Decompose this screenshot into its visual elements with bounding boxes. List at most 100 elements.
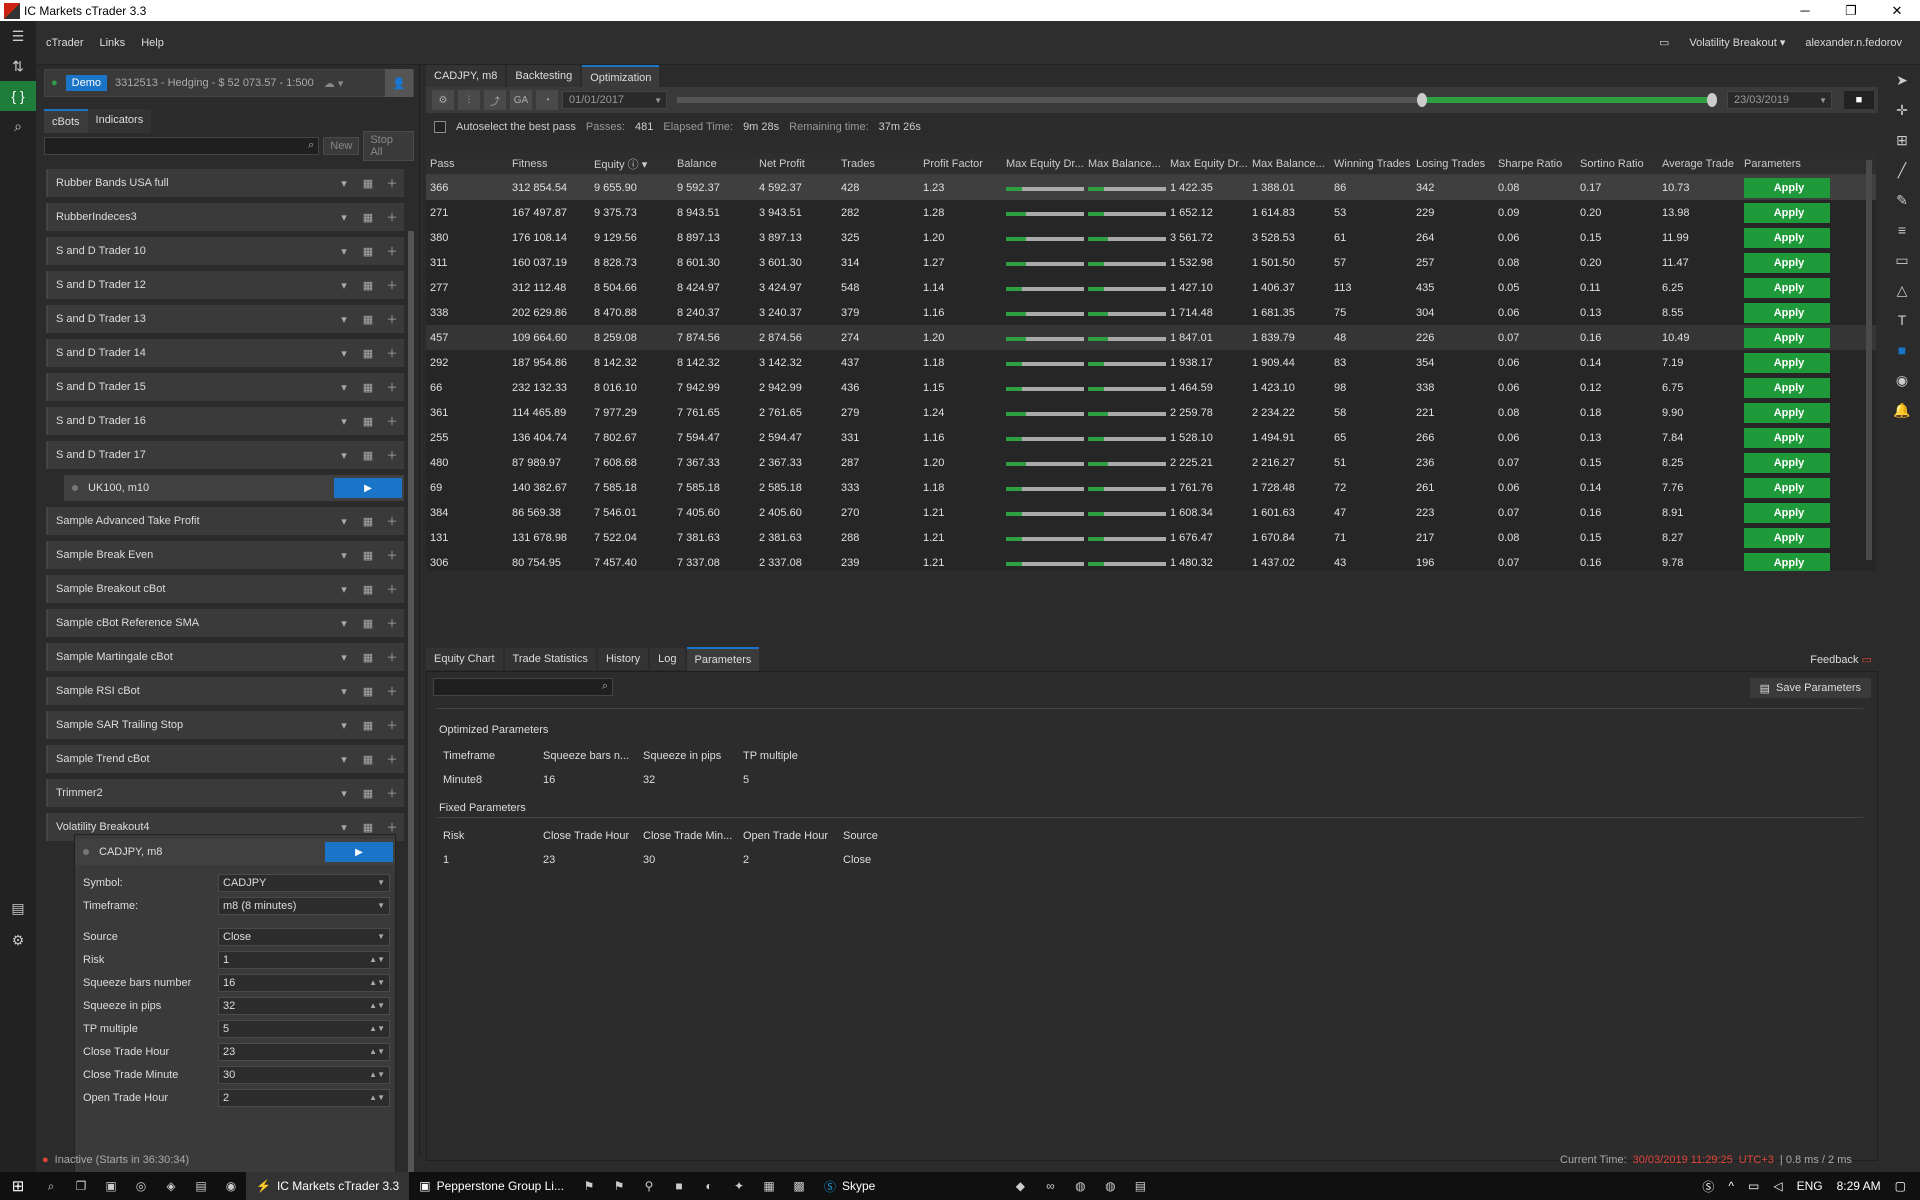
table-row[interactable]: 384 86 569.38 7 546.01 7 405.60 2 405.60 270 1… (426, 500, 1876, 525)
build-icon[interactable]: ▦ (358, 749, 378, 769)
line-icon[interactable]: ╱ (1884, 155, 1920, 185)
new-button[interactable]: New (323, 137, 360, 155)
chevron-down-icon[interactable]: ▾ (334, 613, 354, 633)
rectangle-icon[interactable]: ▭ (1884, 245, 1920, 275)
notepad-icon[interactable]: ▤ (1125, 1179, 1155, 1193)
play-button[interactable]: ▶ (325, 842, 393, 862)
build-icon[interactable]: ▦ (358, 715, 378, 735)
taskbar-app-icon[interactable]: ◐ (694, 1179, 724, 1193)
skype-tray-icon[interactable]: Ⓢ (1702, 1178, 1714, 1195)
column-header[interactable]: Pass (426, 158, 508, 170)
column-header[interactable]: Average Trade (1658, 158, 1740, 170)
list-item[interactable]: Sample Martingale cBot ▾ ▦ ＋ (46, 643, 404, 671)
list-item[interactable]: S and D Trader 10 ▾ ▦ ＋ (46, 237, 404, 265)
tab-parameters[interactable]: Parameters (686, 647, 760, 671)
build-icon[interactable]: ▦ (358, 241, 378, 261)
tab-optimization[interactable]: Optimization (582, 65, 660, 89)
cursor-icon[interactable]: ➤ (1884, 65, 1920, 95)
clock[interactable]: 8:29 AM (1837, 1179, 1881, 1193)
analyze-icon[interactable]: ⌕ (0, 111, 36, 141)
taskbar-app-icon[interactable]: ▦ (754, 1179, 784, 1193)
chevron-down-icon[interactable]: ▾ (334, 411, 354, 431)
volume-icon[interactable]: ◁ (1773, 1179, 1782, 1193)
chevron-down-icon[interactable]: ▾ (334, 343, 354, 363)
end-date-picker[interactable]: 23/03/2019 ▼ (1727, 91, 1832, 109)
menu-help[interactable]: Help (141, 37, 164, 49)
column-header[interactable]: Fitness (508, 158, 590, 170)
taskbar-app-skype[interactable]: Ⓢ Skype (814, 1172, 885, 1200)
bot-selector[interactable]: Volatility Breakout ▾ (1689, 36, 1785, 49)
start-date-picker[interactable]: 01/01/2017 ▼ (562, 91, 667, 109)
stop-button[interactable]: ■ (1844, 91, 1874, 109)
briefcase-icon[interactable]: ▤ (0, 893, 36, 923)
menu-ctrader[interactable]: cTrader (46, 37, 84, 49)
chevron-down-icon[interactable]: ▾ (334, 445, 354, 465)
tab-log[interactable]: Log (650, 648, 685, 670)
build-icon[interactable]: ▦ (358, 207, 378, 227)
automate-icon[interactable]: { } (0, 81, 36, 111)
visual-studio-icon[interactable]: ∞ (1035, 1179, 1065, 1193)
taskbar-app-icon[interactable]: ■ (664, 1179, 694, 1193)
table-row[interactable]: 66 232 132.33 8 016.10 7 942.99 2 942.99 436 1… (426, 375, 1876, 400)
build-icon[interactable]: ▦ (358, 377, 378, 397)
add-instance-icon[interactable]: ＋ (382, 377, 402, 397)
close-icon[interactable]: ✕ (1874, 3, 1920, 19)
apply-button[interactable]: Apply (1744, 227, 1830, 248)
stepper-icon[interactable]: ▲▼ (369, 1001, 385, 1010)
play-button[interactable]: ▶ (334, 478, 402, 498)
trade-icon[interactable]: ⇅ (0, 51, 36, 81)
build-icon[interactable]: ▦ (358, 511, 378, 531)
add-instance-icon[interactable]: ＋ (382, 613, 402, 633)
build-icon[interactable]: ▦ (358, 613, 378, 633)
build-icon[interactable]: ▦ (358, 275, 378, 295)
date-range-slider[interactable] (677, 93, 1717, 107)
table-row[interactable]: 292 187 954.86 8 142.32 8 142.32 3 142.32 437… (426, 350, 1876, 375)
column-header[interactable]: Max Equity Dr... (1166, 158, 1248, 170)
table-row[interactable]: 480 87 989.97 7 608.68 7 367.33 2 367.33 287 1… (426, 450, 1876, 475)
squeeze-pips-stepper[interactable]: 32 ▲▼ (218, 996, 390, 1015)
column-header[interactable]: Sharpe Ratio (1494, 158, 1576, 170)
chevron-down-icon[interactable]: ▾ (334, 749, 354, 769)
column-header[interactable]: Losing Trades (1412, 158, 1494, 170)
close-trade-hour-stepper[interactable]: 23 ▲▼ (218, 1042, 390, 1061)
chevron-down-icon[interactable]: ▾ (334, 207, 354, 227)
apply-button[interactable]: Apply (1744, 177, 1830, 198)
tab-equity-chart[interactable]: Equity Chart (426, 648, 503, 670)
layout-icon[interactable]: ▭ (1659, 36, 1669, 49)
taskbar-app-icon[interactable]: ▩ (784, 1179, 814, 1193)
parameters-search-input[interactable]: ⌕ (433, 678, 613, 696)
apply-button[interactable]: Apply (1744, 352, 1830, 373)
taskbar-app-icon[interactable]: ⚲ (634, 1179, 664, 1193)
list-item[interactable]: S and D Trader 14 ▾ ▦ ＋ (46, 339, 404, 367)
list-item[interactable]: Sample Advanced Take Profit ▾ ▦ ＋ (46, 507, 404, 535)
chevron-down-icon[interactable]: ▾ (334, 309, 354, 329)
chrome-icon[interactable]: ◎ (126, 1179, 156, 1193)
open-trade-hour-stepper[interactable]: 2 ▲▼ (218, 1088, 390, 1107)
cbot-instance-selected[interactable]: CADJPY, m8 ▶ (75, 839, 395, 865)
tab-backtesting[interactable]: Backtesting (507, 65, 581, 89)
color-icon[interactable]: ■ (1884, 335, 1920, 365)
apply-button[interactable]: Apply (1744, 502, 1830, 523)
table-row[interactable]: 366 312 854.54 9 655.90 9 592.37 4 592.37 428… (426, 175, 1876, 200)
column-header[interactable]: Profit Factor (919, 158, 1002, 170)
stepper-icon[interactable]: ▲▼ (369, 1047, 385, 1056)
apply-button[interactable]: Apply (1744, 452, 1830, 473)
build-icon[interactable]: ▦ (358, 783, 378, 803)
hamburger-menu-icon[interactable]: ☰ (0, 21, 36, 51)
symbol-select[interactable]: CADJPY ▼ (218, 873, 390, 892)
scrollbar[interactable] (408, 231, 414, 1200)
ga-button[interactable]: GA (510, 90, 532, 110)
list-item[interactable]: S and D Trader 15 ▾ ▦ ＋ (46, 373, 404, 401)
column-header[interactable]: Net Profit (755, 158, 837, 170)
column-header[interactable]: Max Balance... (1084, 158, 1166, 170)
settings-gear-icon[interactable]: ⚙ (0, 925, 36, 955)
chevron-down-icon[interactable]: ▾ (334, 241, 354, 261)
chevron-down-icon[interactable]: ▾ (334, 579, 354, 599)
alert-bell-icon[interactable]: 🔔 (1884, 395, 1920, 425)
build-icon[interactable]: ▦ (358, 411, 378, 431)
chevron-down-icon[interactable]: ▾ (334, 715, 354, 735)
add-instance-icon[interactable]: ＋ (382, 445, 402, 465)
table-row[interactable]: 457 109 664.60 8 259.08 7 874.56 2 874.56 274… (426, 325, 1876, 350)
settings-gear-icon[interactable]: ⚙ (432, 90, 454, 110)
stop-all-button[interactable]: Stop All (363, 131, 414, 161)
